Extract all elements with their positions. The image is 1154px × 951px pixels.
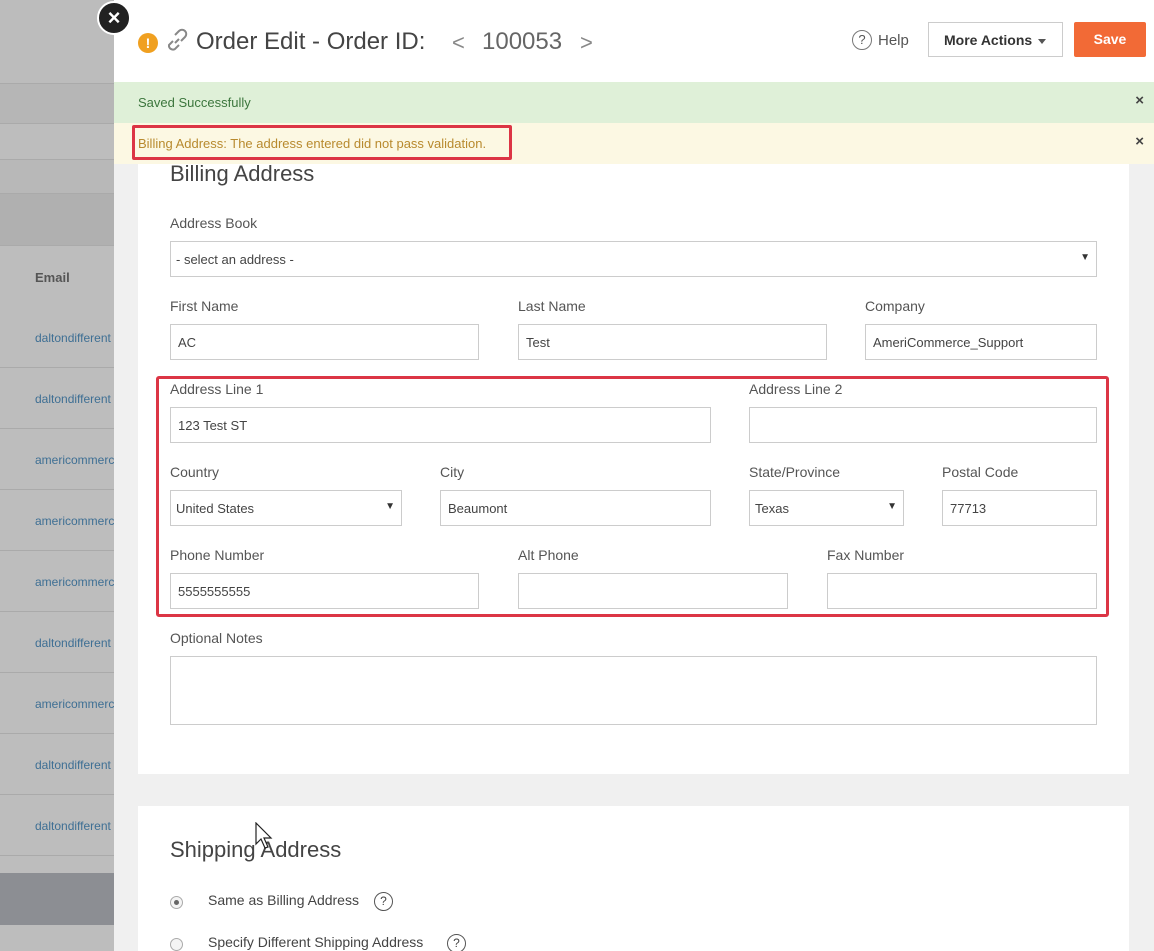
last-name-label: Last Name	[518, 298, 586, 314]
warning-alert: Billing Address: The address entered did…	[114, 123, 1154, 164]
next-order-button[interactable]: >	[580, 30, 593, 56]
table-row[interactable]: americommerc	[0, 673, 114, 734]
first-name-field[interactable]: AC	[170, 324, 479, 360]
link-icon[interactable]	[164, 28, 190, 54]
bg-band	[0, 160, 114, 194]
shipping-address-card: Shipping Address Same as Billing Address…	[138, 806, 1129, 951]
mouse-cursor-icon	[255, 822, 273, 849]
different-shipping-label[interactable]: Specify Different Shipping Address	[208, 934, 423, 950]
first-name-label: First Name	[170, 298, 239, 314]
order-id: 100053	[482, 28, 563, 55]
address-book-select[interactable]: - select an address - ▼	[170, 241, 1097, 277]
more-actions-button[interactable]: More Actions	[928, 22, 1063, 57]
close-icon: ×	[107, 5, 121, 30]
caret-down-icon	[1038, 38, 1047, 44]
different-shipping-radio[interactable]	[170, 938, 183, 951]
billing-address-title: Billing Address	[170, 161, 315, 186]
email-column-header: Email	[35, 270, 70, 285]
address-book-label: Address Book	[170, 215, 258, 231]
table-row[interactable]: daltondifferent	[0, 368, 114, 429]
more-actions-label: More Actions	[944, 32, 1033, 48]
warning-highlight-box	[132, 125, 512, 160]
background-page: Email daltondifferent daltondifferent am…	[0, 0, 114, 951]
close-modal-button[interactable]: ×	[97, 1, 131, 35]
table-row[interactable]: daltondifferent	[0, 795, 114, 856]
bg-band	[0, 194, 114, 246]
close-success-alert-button[interactable]: ×	[1135, 92, 1144, 109]
save-button[interactable]: Save	[1074, 22, 1146, 57]
page-title: Order Edit - Order ID:	[196, 28, 426, 55]
close-warning-alert-button[interactable]: ×	[1135, 133, 1144, 150]
optional-notes-label: Optional Notes	[170, 630, 263, 646]
help-icon[interactable]: ?	[374, 892, 393, 911]
table-row[interactable]: daltondifferent	[0, 612, 114, 673]
table-row[interactable]: daltondifferent	[0, 307, 114, 368]
address-highlight-box	[156, 376, 1109, 617]
billing-address-card: Billing Address Address Book - select an…	[138, 161, 1129, 774]
bg-band	[0, 124, 114, 160]
previous-order-button[interactable]: <	[452, 30, 465, 56]
same-as-billing-label[interactable]: Same as Billing Address	[208, 892, 359, 908]
warning-icon: !	[138, 33, 158, 53]
table-row[interactable]: americommerc	[0, 551, 114, 612]
same-as-billing-radio[interactable]	[170, 896, 183, 909]
optional-notes-textarea[interactable]	[170, 656, 1097, 725]
success-alert-text: Saved Successfully	[138, 95, 251, 110]
company-field[interactable]: AmeriCommerce_Support	[865, 324, 1097, 360]
company-label: Company	[865, 298, 925, 314]
help-icon: ?	[852, 30, 872, 50]
success-alert: Saved Successfully ×	[114, 82, 1154, 123]
order-edit-modal: ! Order Edit - Order ID: < 100053 > ? He…	[114, 0, 1154, 951]
help-label: Help	[878, 31, 909, 49]
bg-band	[0, 84, 114, 124]
help-icon[interactable]: ?	[447, 934, 466, 951]
table-row[interactable]: americommerc	[0, 429, 114, 490]
table-row[interactable]: daltondifferent	[0, 734, 114, 795]
bg-footer-bar	[0, 873, 114, 925]
table-row[interactable]: americommerc	[0, 490, 114, 551]
dropdown-arrow-icon: ▼	[1080, 252, 1090, 263]
help-link[interactable]: ? Help	[852, 30, 909, 50]
modal-header: ! Order Edit - Order ID: < 100053 > ? He…	[114, 0, 1154, 82]
last-name-field[interactable]: Test	[518, 324, 827, 360]
